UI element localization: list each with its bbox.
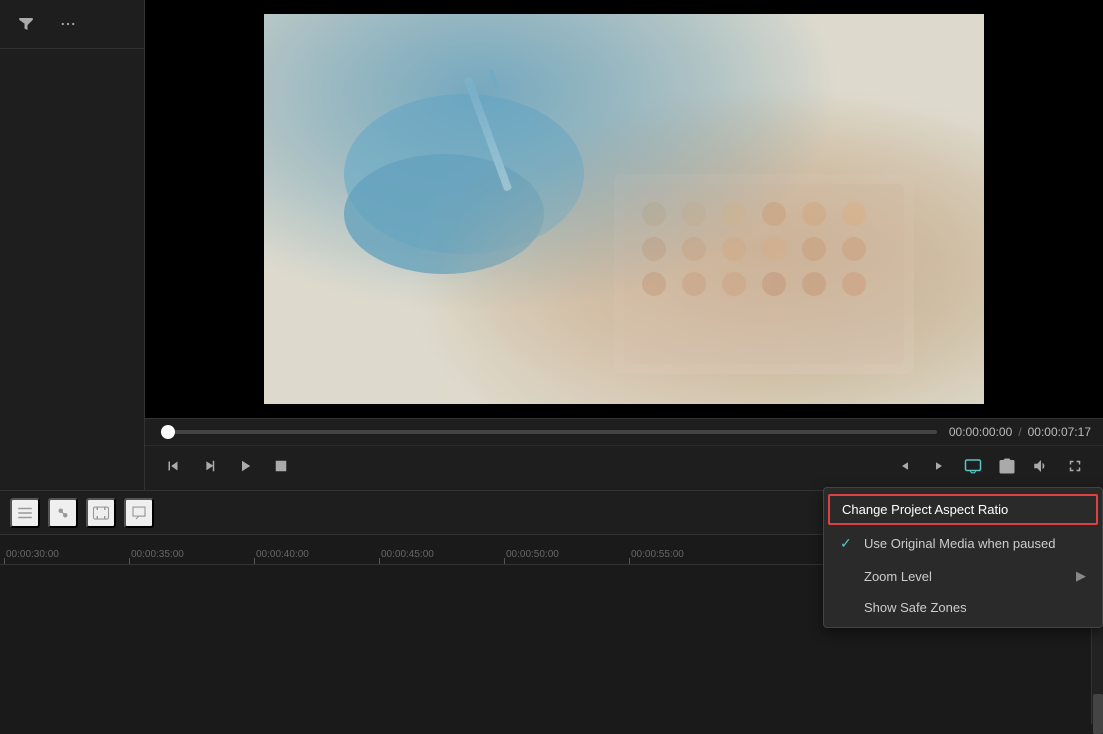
time-display: 00:00:00:00 / 00:00:07:17 <box>949 425 1091 439</box>
mark-out-icon <box>930 457 948 475</box>
filter-button[interactable] <box>10 8 42 40</box>
show-safe-zones-label: Show Safe Zones <box>864 600 967 615</box>
submenu-arrow-icon: ▶ <box>1076 568 1086 584</box>
timeline-tool-2[interactable] <box>48 498 78 528</box>
time-separator: / <box>1018 425 1021 439</box>
scrollbar-thumb[interactable] <box>1093 694 1103 734</box>
left-sidebar <box>0 0 145 490</box>
sidebar-toolbar <box>0 0 144 49</box>
ruler-tick-6: 00:00:55:00 <box>629 549 754 560</box>
ruler-tick-4: 00:00:45:00 <box>379 549 504 560</box>
total-time: 00:00:07:17 <box>1028 425 1091 439</box>
current-time: 00:00:00:00 <box>949 425 1012 439</box>
step-back-icon <box>164 457 182 475</box>
video-content <box>264 14 984 404</box>
camera-icon <box>998 457 1016 475</box>
change-aspect-ratio-item[interactable]: Change Project Aspect Ratio <box>828 494 1098 525</box>
video-frame <box>145 0 1103 418</box>
audio-button[interactable] <box>1025 450 1057 482</box>
play-icon <box>236 457 254 475</box>
step-back-button[interactable] <box>157 450 189 482</box>
stop-icon <box>272 457 290 475</box>
play-button[interactable] <box>229 450 261 482</box>
more-options-button[interactable] <box>52 8 84 40</box>
playback-controls <box>145 445 1103 490</box>
video-preview <box>264 14 984 404</box>
check-icon: ✓ <box>840 535 856 552</box>
screenshot-button[interactable] <box>991 450 1023 482</box>
mark-in-icon <box>896 457 914 475</box>
use-original-media-label: Use Original Media when paused <box>864 536 1056 551</box>
context-menu: Change Project Aspect Ratio ✓ Use Origin… <box>823 487 1103 628</box>
ruler-tick-2: 00:00:35:00 <box>129 549 254 560</box>
step-forward-button[interactable] <box>193 450 225 482</box>
scrubber-thumb[interactable] <box>161 425 175 439</box>
fullscreen-button[interactable] <box>1059 450 1091 482</box>
scrubber-bar: 00:00:00:00 / 00:00:07:17 <box>145 418 1103 445</box>
use-original-media-item[interactable]: ✓ Use Original Media when paused <box>824 527 1102 560</box>
timeline-tool-1[interactable] <box>10 498 40 528</box>
fullscreen-icon <box>1066 457 1084 475</box>
ruler-ticks: 00:00:30:00 00:00:35:00 00:00:40:00 00:0… <box>0 549 754 560</box>
ellipsis-icon <box>59 15 77 33</box>
mark-out-button[interactable] <box>923 450 955 482</box>
speaker-icon <box>1032 457 1050 475</box>
scrubber-track[interactable] <box>161 430 937 434</box>
timeline-film-icon <box>92 504 110 522</box>
zoom-level-label: Zoom Level <box>864 569 932 584</box>
preview-display-button[interactable] <box>957 450 989 482</box>
zoom-level-item[interactable]: Zoom Level ▶ <box>824 560 1102 592</box>
preview-display-icon <box>964 457 982 475</box>
preview-area: 00:00:00:00 / 00:00:07:17 <box>145 0 1103 490</box>
timeline-tool-3[interactable] <box>86 498 116 528</box>
change-aspect-ratio-label: Change Project Aspect Ratio <box>842 502 1008 517</box>
ruler-tick-3: 00:00:40:00 <box>254 549 379 560</box>
timeline-tracks-icon <box>16 504 34 522</box>
mark-in-button[interactable] <box>889 450 921 482</box>
timeline-tool-4[interactable] <box>124 498 154 528</box>
filter-icon <box>17 15 35 33</box>
timeline-speech-icon <box>130 504 148 522</box>
timeline-link-icon <box>54 504 72 522</box>
step-forward-icon <box>200 457 218 475</box>
right-controls <box>889 450 1091 482</box>
ruler-tick-5: 00:00:50:00 <box>504 549 629 560</box>
ruler-tick-1: 00:00:30:00 <box>4 549 129 560</box>
stop-button[interactable] <box>265 450 297 482</box>
show-safe-zones-item[interactable]: Show Safe Zones <box>824 592 1102 623</box>
